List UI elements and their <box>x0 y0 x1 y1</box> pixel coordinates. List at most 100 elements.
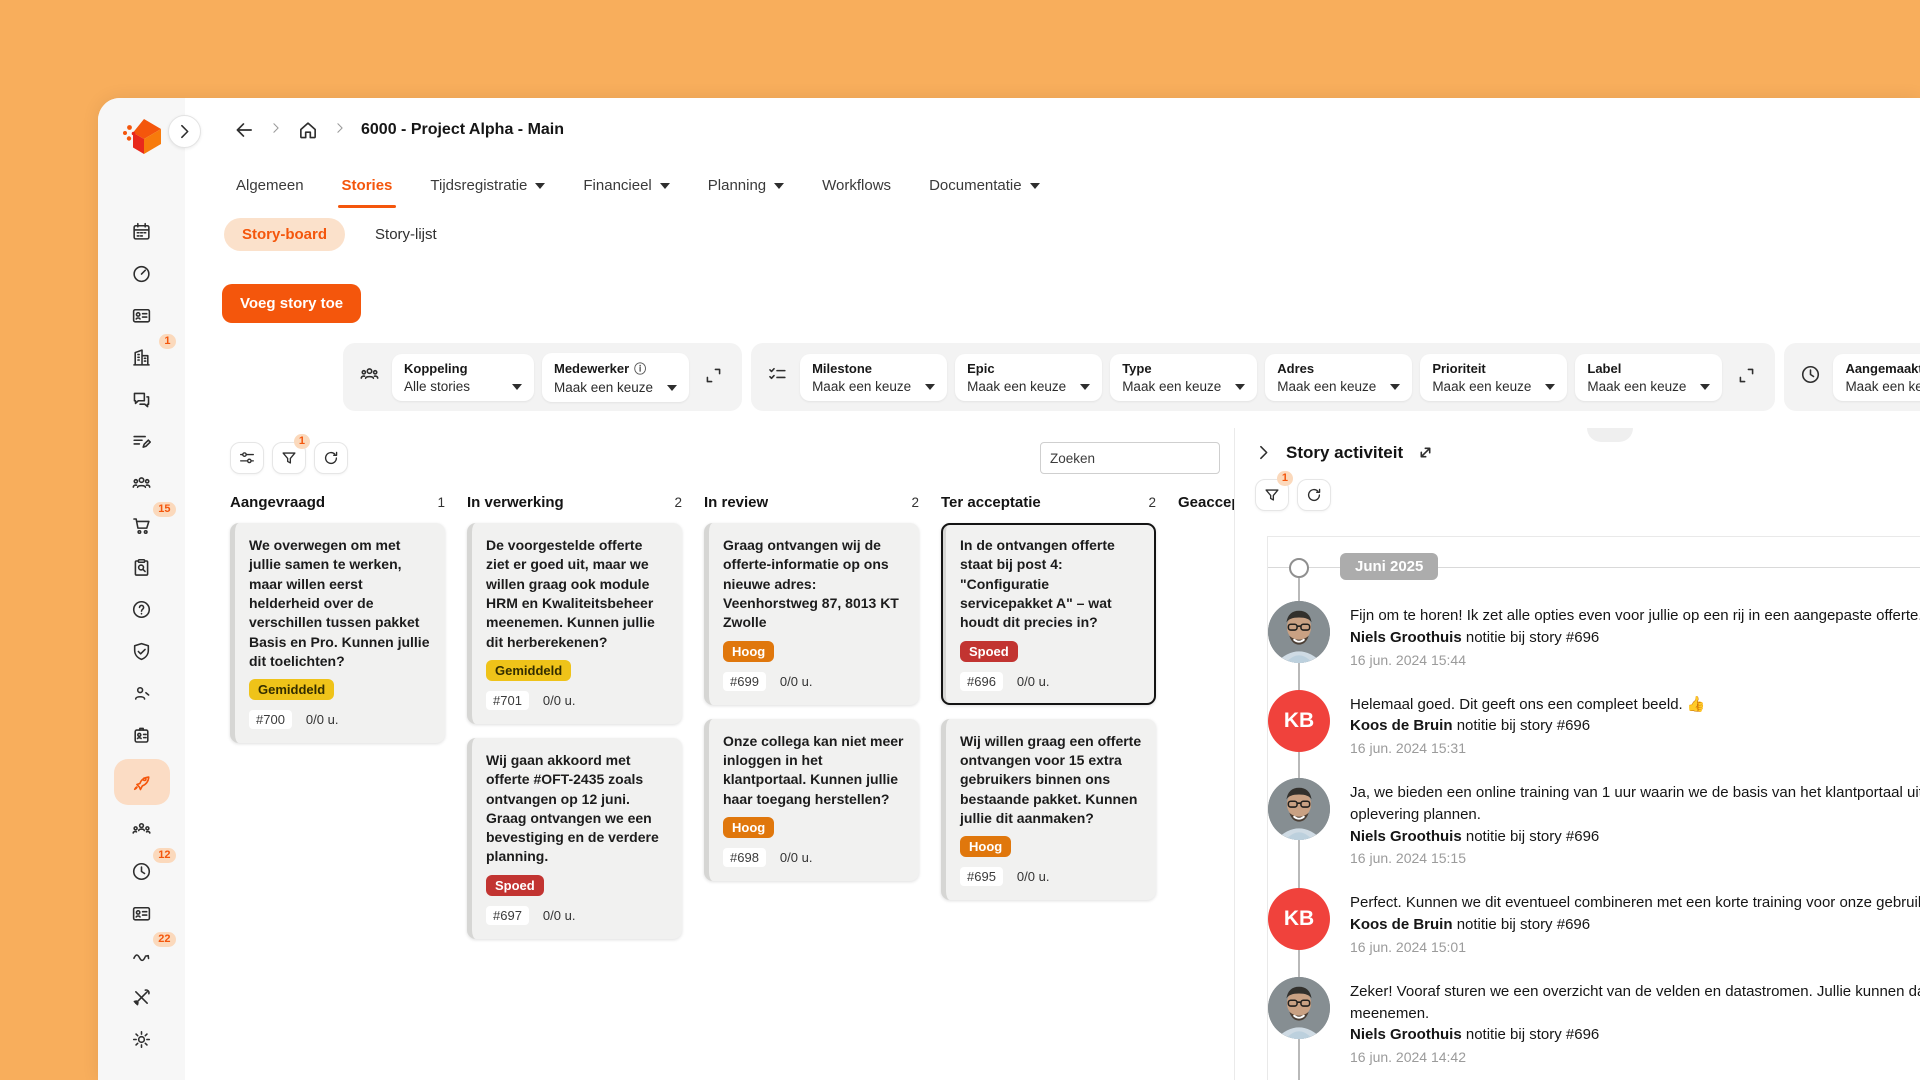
timeline-dot <box>1289 558 1309 578</box>
tab-documentatie[interactable]: Documentatie <box>929 162 1040 208</box>
shield-check-icon <box>131 641 152 662</box>
filter-aangemaakt-gewijzigd-op[interactable]: Aangemaakt/gewijzigd opMaak een keuze <box>1833 354 1920 401</box>
activity-entry[interactable]: KBPerfect. Kunnen we dit eventueel combi… <box>1268 888 1920 955</box>
tab-label: Financieel <box>583 177 651 194</box>
sidebar-item-shield-check[interactable] <box>114 630 170 672</box>
story-card-697[interactable]: Wij gaan akkoord met offerte #OFT-2435 z… <box>467 738 682 939</box>
add-story-button[interactable]: Voeg story toe <box>222 284 361 323</box>
sidebar-item-chat[interactable] <box>114 378 170 420</box>
chevron-right-icon <box>174 121 195 142</box>
filter-milestone[interactable]: MilestoneMaak een keuze <box>800 354 947 401</box>
column-title: In review <box>704 494 768 511</box>
sidebar-item-building[interactable]: 1 <box>114 336 170 378</box>
sidebar-item-contact-card[interactable] <box>114 294 170 336</box>
board-toolbar: 1 <box>230 442 1220 474</box>
story-card-696[interactable]: In de ontvangen offerte staat bij post 4… <box>941 523 1156 705</box>
tab-label: Algemeen <box>236 177 304 194</box>
tab-workflows[interactable]: Workflows <box>822 162 891 208</box>
search-input[interactable] <box>1040 442 1220 474</box>
filter-label[interactable]: LabelMaak een keuze <box>1575 354 1722 401</box>
story-card-701[interactable]: De voorgestelde offerte ziet er goed uit… <box>467 523 682 724</box>
activity-entry[interactable]: Ja, we bieden een online training van 1 … <box>1268 778 1920 866</box>
activity-entry[interactable]: Fijn om te horen! Ik zet alle opties eve… <box>1268 601 1920 668</box>
chevron-down-icon <box>1390 384 1400 390</box>
filter-value: Maak een keuze <box>1845 379 1920 394</box>
chevron-right-icon[interactable] <box>1253 442 1274 463</box>
sidebar-item-people[interactable] <box>114 462 170 504</box>
filter-expand-button[interactable] <box>697 365 730 389</box>
column-title: Geaccepteerd <box>1178 494 1234 511</box>
sidebar-item-tools[interactable] <box>114 976 170 1018</box>
drawer-handle[interactable] <box>1587 428 1633 442</box>
filter-label: Type <box>1122 361 1245 376</box>
sidebar-item-notes[interactable] <box>114 420 170 462</box>
sidebar-item-org-group[interactable] <box>114 808 170 850</box>
filter-medewerker[interactable]: Medewerker ⓘMaak een keuze <box>542 353 689 402</box>
story-hours: 0/0 u. <box>1017 869 1050 884</box>
back-arrow-icon[interactable] <box>233 119 255 141</box>
sidebar-item-rocket[interactable] <box>114 759 170 805</box>
board-refresh-button[interactable] <box>314 442 348 474</box>
story-card-699[interactable]: Graag ontvangen wij de offerte-informati… <box>704 523 919 705</box>
sidebar-collapse-button[interactable] <box>168 115 201 148</box>
sidebar-item-calendar[interactable] <box>114 210 170 252</box>
sidebar-item-gauge[interactable] <box>114 252 170 294</box>
filter-type[interactable]: TypeMaak een keuze <box>1110 354 1257 401</box>
kanban-column-in-verwerking: In verwerking2De voorgestelde offerte zi… <box>467 494 682 1080</box>
filter-group: MilestoneMaak een keuzeEpicMaak een keuz… <box>751 343 1775 411</box>
app-logo-icon[interactable] <box>120 114 168 162</box>
home-icon[interactable] <box>297 119 319 141</box>
sidebar-item-id-badge[interactable] <box>114 714 170 756</box>
filter-prioriteit[interactable]: PrioriteitMaak een keuze <box>1420 354 1567 401</box>
tab-stories[interactable]: Stories <box>342 162 393 208</box>
sidebar-item-person[interactable] <box>114 672 170 714</box>
sidebar-item-trend[interactable]: 22 <box>114 934 170 976</box>
timestamp: 16 jun. 2024 15:15 <box>1350 850 1920 866</box>
story-activity-panel: Story activiteit 1 <box>1234 428 1920 1080</box>
activity-timeline: Juni 2025 Fijn om te horen! Ik zet alle … <box>1267 536 1920 1080</box>
priority-badge: Spoed <box>486 875 544 896</box>
subtab-story-board[interactable]: Story-board <box>224 218 345 251</box>
filter-adres[interactable]: AdresMaak een keuze <box>1265 354 1412 401</box>
author-name: Niels Groothuis <box>1350 828 1462 845</box>
expand-arrow-icon[interactable] <box>1415 442 1436 463</box>
trend-icon <box>131 945 152 966</box>
story-card-695[interactable]: Wij willen graag een offerte ontvangen v… <box>941 719 1156 901</box>
person-icon <box>131 683 152 704</box>
tab-financieel[interactable]: Financieel <box>583 162 669 208</box>
clock-icon <box>131 861 152 882</box>
activity-toolbar: 1 <box>1235 463 1920 511</box>
board-filter-button[interactable]: 1 <box>272 442 306 474</box>
subtab-story-lijst[interactable]: Story-lijst <box>357 218 455 251</box>
activity-filter-button[interactable]: 1 <box>1255 479 1289 511</box>
filter-expand-button[interactable] <box>1730 365 1763 389</box>
story-card-700[interactable]: We overwegen om met jullie samen te werk… <box>230 523 445 743</box>
sidebar-item-clipboard-search[interactable] <box>114 546 170 588</box>
story-id: #696 <box>960 672 1003 691</box>
story-id: #699 <box>723 672 766 691</box>
activity-entry[interactable]: Zeker! Vooraf sturen we een overzicht va… <box>1268 977 1920 1065</box>
sidebar-item-clock[interactable]: 12 <box>114 850 170 892</box>
note-text: Fijn om te horen! Ik zet alle opties eve… <box>1350 605 1920 627</box>
tab-tijdsregistratie[interactable]: Tijdsregistratie <box>430 162 545 208</box>
story-id: #697 <box>486 906 529 925</box>
chevron-down-icon <box>1080 384 1090 390</box>
sidebar-item-contact-card[interactable] <box>114 892 170 934</box>
activity-refresh-button[interactable] <box>1297 479 1331 511</box>
tab-algemeen[interactable]: Algemeen <box>236 162 304 208</box>
sidebar-item-gear[interactable] <box>114 1018 170 1060</box>
filter-value: Maak een keuze <box>967 379 1066 394</box>
activity-entry[interactable]: KBHelemaal goed. Dit geeft ons een compl… <box>1268 690 1920 757</box>
filter-epic[interactable]: EpicMaak een keuze <box>955 354 1102 401</box>
tab-label: Planning <box>708 177 766 194</box>
story-card-698[interactable]: Onze collega kan niet meer inloggen in h… <box>704 719 919 881</box>
notification-badge: 22 <box>153 932 175 947</box>
sidebar-item-help[interactable] <box>114 588 170 630</box>
activity-title: Story activiteit <box>1286 443 1403 463</box>
main-content: 6000 - Project Alpha - Main AlgemeenStor… <box>185 98 1920 1080</box>
tab-planning[interactable]: Planning <box>708 162 784 208</box>
board-settings-button[interactable] <box>230 442 264 474</box>
filter-koppeling[interactable]: KoppelingAlle stories <box>392 354 534 401</box>
sidebar-item-cart[interactable]: 15 <box>114 504 170 546</box>
desktop-background: 1 15 12 22 6000 - Project Alpha - Main Alge… <box>0 0 1920 1080</box>
